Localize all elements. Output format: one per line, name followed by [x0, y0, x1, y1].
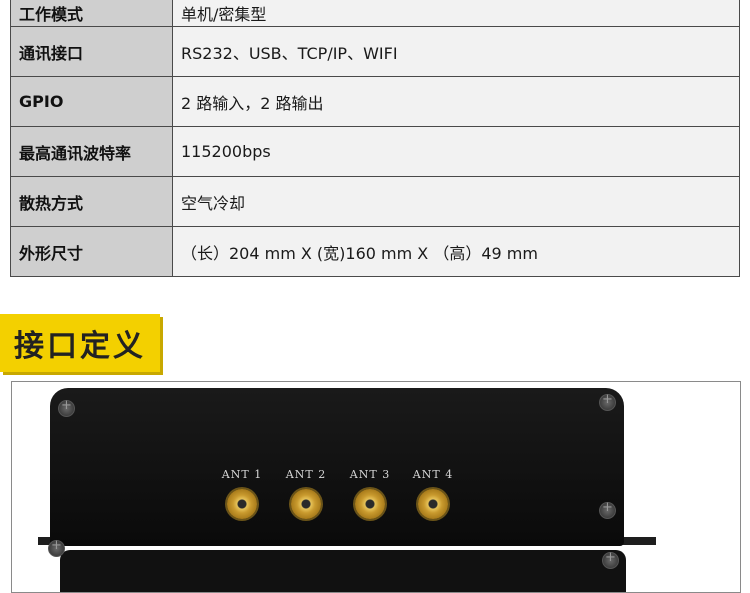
antenna-port-4: ANT 4	[398, 468, 468, 519]
sma-connector-icon	[355, 489, 385, 519]
sma-connector-icon	[291, 489, 321, 519]
antenna-port-2: ANT 2	[271, 468, 341, 519]
sma-connector-icon	[227, 489, 257, 519]
sma-connector-icon	[418, 489, 448, 519]
spec-value: RS232、USB、TCP/IP、WIFI	[172, 26, 740, 77]
table-row: 最高通讯波特率 115200bps	[10, 126, 740, 177]
spec-value: 2 路输入，2 路输出	[172, 76, 740, 127]
screw-icon	[48, 538, 65, 557]
table-row: 外形尺寸 （长）204 mm X (宽)160 mm X （高）49 mm	[10, 226, 740, 277]
device-front-panel	[50, 388, 624, 546]
spec-table: 工作模式 单机/密集型 通讯接口 RS232、USB、TCP/IP、WIFI G…	[10, 0, 740, 277]
screw-icon	[599, 500, 616, 519]
spec-label: 外形尺寸	[10, 226, 173, 277]
antenna-port-3: ANT 3	[335, 468, 405, 519]
antenna-label: ANT 3	[349, 468, 391, 481]
spec-value: （长）204 mm X (宽)160 mm X （高）49 mm	[172, 226, 740, 277]
screw-icon	[58, 398, 75, 417]
spec-value: 单机/密集型	[172, 0, 740, 27]
spec-label: 工作模式	[10, 0, 173, 27]
table-row: GPIO 2 路输入，2 路输出	[10, 76, 740, 127]
spec-label: GPIO	[10, 76, 173, 127]
device-lower-unit	[60, 550, 626, 592]
antenna-label: ANT 2	[285, 468, 327, 481]
table-row: 通讯接口 RS232、USB、TCP/IP、WIFI	[10, 26, 740, 77]
antenna-label: ANT 1	[221, 468, 263, 481]
spec-label: 散热方式	[10, 176, 173, 227]
table-row: 散热方式 空气冷却	[10, 176, 740, 227]
section-title-badge: 接口定义	[0, 314, 160, 372]
table-row: 工作模式 单机/密集型	[10, 0, 740, 27]
spec-value: 空气冷却	[172, 176, 740, 227]
screw-icon	[599, 392, 616, 411]
device-photo: ANT 1 ANT 2 ANT 3 ANT 4	[11, 381, 741, 593]
spec-value: 115200bps	[172, 126, 740, 177]
antenna-label: ANT 4	[412, 468, 454, 481]
spec-label: 通讯接口	[10, 26, 173, 77]
screw-icon	[602, 550, 619, 569]
spec-label: 最高通讯波特率	[10, 126, 173, 177]
antenna-port-1: ANT 1	[207, 468, 277, 519]
section-title: 接口定义	[14, 329, 146, 364]
